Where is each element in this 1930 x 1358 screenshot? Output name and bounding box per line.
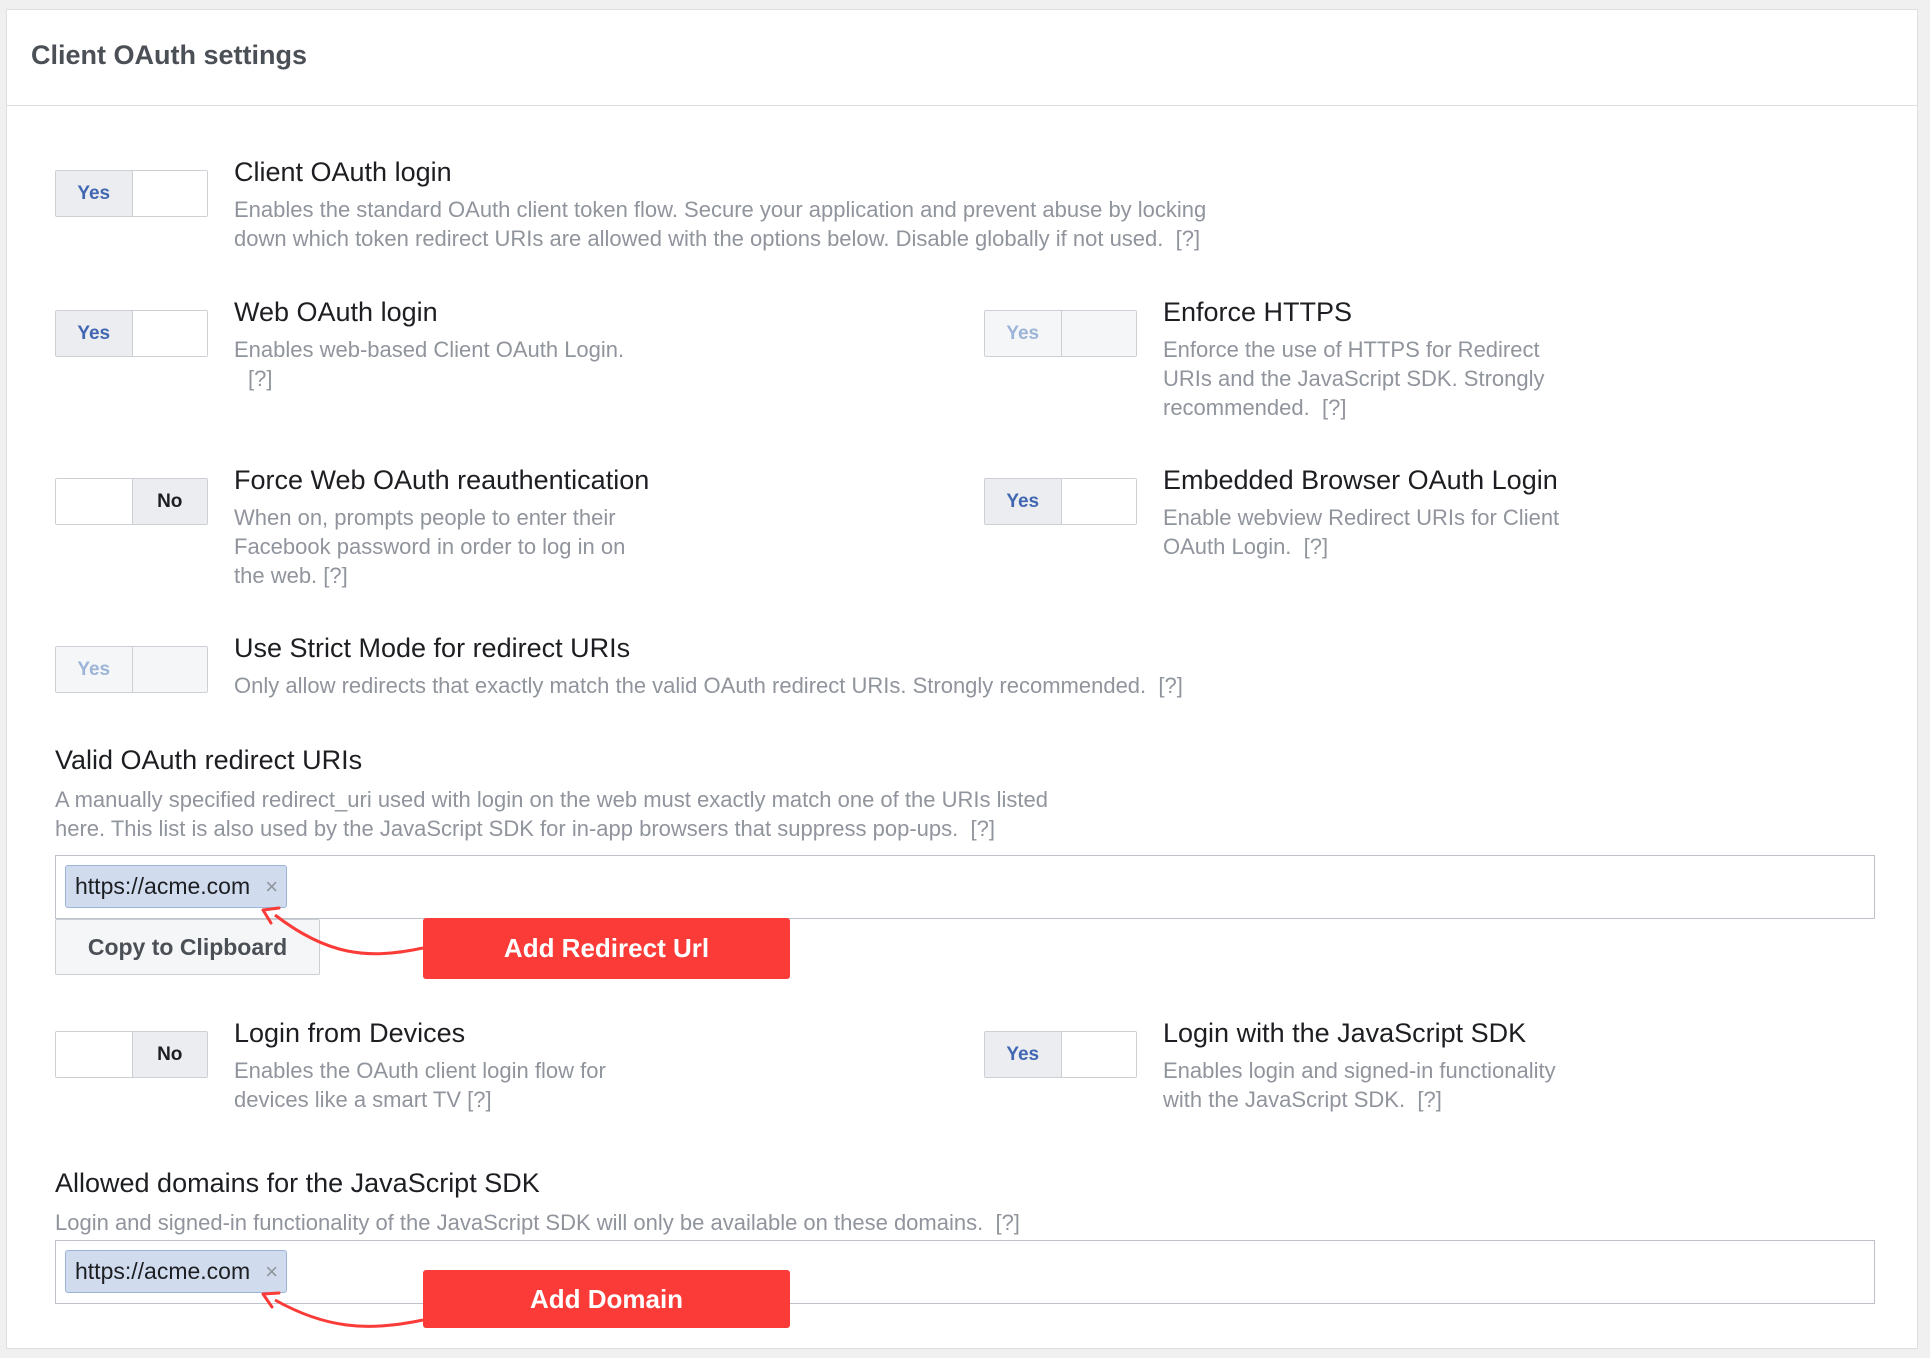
help-link[interactable]: [?] — [970, 816, 994, 841]
force-reauth-title: Force Web OAuth reauthentication — [234, 465, 650, 495]
web-oauth-login-toggle[interactable]: Yes — [55, 310, 208, 357]
panel-title: Client OAuth settings — [31, 40, 307, 70]
toggle-yes-segment[interactable]: Yes — [985, 311, 1061, 356]
panel-header: Client OAuth settings — [7, 10, 1917, 106]
login-js-sdk-toggle[interactable]: Yes — [984, 1031, 1137, 1078]
allowed-domains-desc: Login and signed-in functionality of the… — [55, 1208, 1355, 1237]
redirect-uris-input[interactable]: https://acme.com × — [55, 855, 1875, 919]
strict-mode-toggle[interactable]: Yes — [55, 646, 208, 693]
desc-line: Enables web-based Client OAuth Login. — [234, 337, 625, 362]
copy-to-clipboard-button[interactable]: Copy to Clipboard — [55, 919, 320, 975]
help-link[interactable]: [?] — [995, 1210, 1019, 1235]
redirect-uri-token: https://acme.com × — [65, 865, 288, 908]
help-link[interactable]: [?] — [1322, 395, 1346, 420]
desc-line: Enables login and signed-in functionalit… — [1163, 1058, 1556, 1083]
toggle-yes-segment[interactable]: Yes — [56, 171, 132, 216]
client-oauth-login-desc: Enables the standard OAuth client token … — [234, 195, 1434, 253]
help-link[interactable]: [?] — [1417, 1087, 1441, 1112]
add-domain-callout: Add Domain — [423, 1270, 790, 1328]
help-link[interactable]: [?] — [467, 1087, 491, 1112]
force-reauth-toggle[interactable]: No — [55, 478, 208, 525]
enforce-https-desc: Enforce the use of HTTPS for Redirect UR… — [1163, 335, 1663, 422]
remove-token-icon[interactable]: × — [265, 866, 278, 907]
toggle-no-segment[interactable] — [131, 171, 207, 216]
force-reauth-desc: When on, prompts people to enter their F… — [234, 503, 754, 590]
toggle-yes-segment[interactable]: Yes — [985, 1032, 1061, 1077]
token-label: https://acme.com — [75, 873, 251, 899]
toggle-no-segment[interactable] — [131, 647, 207, 692]
login-js-sdk-title: Login with the JavaScript SDK — [1163, 1018, 1527, 1048]
web-oauth-login-desc: Enables web-based Client OAuth Login. [?… — [234, 335, 714, 393]
toggle-yes-segment[interactable]: Yes — [56, 647, 132, 692]
client-oauth-settings-panel: Client OAuth settings Yes Client OAuth l… — [6, 9, 1918, 1349]
desc-line: recommended. — [1163, 395, 1310, 420]
embedded-browser-toggle[interactable]: Yes — [984, 478, 1137, 525]
allowed-domains-input[interactable]: https://acme.com × — [55, 1240, 1875, 1304]
desc-line: Facebook password in order to log in on — [234, 534, 626, 559]
desc-line: with the JavaScript SDK. — [1163, 1087, 1406, 1112]
login-devices-title: Login from Devices — [234, 1018, 466, 1048]
desc-line: here. This list is also used by the Java… — [55, 816, 959, 841]
web-oauth-login-title: Web OAuth login — [234, 297, 438, 327]
help-link[interactable]: [?] — [323, 563, 347, 588]
toggle-no-segment[interactable] — [1060, 311, 1136, 356]
desc-line: down which token redirect URIs are allow… — [234, 226, 1164, 251]
add-redirect-url-callout: Add Redirect Url — [423, 918, 790, 979]
toggle-no-segment[interactable]: No — [131, 479, 207, 524]
toggle-yes-segment[interactable] — [56, 1032, 132, 1077]
help-link[interactable]: [?] — [1176, 226, 1200, 251]
desc-line: A manually specified redirect_uri used w… — [55, 787, 1048, 812]
token-label: https://acme.com — [75, 1258, 251, 1284]
toggle-no-segment[interactable] — [1060, 479, 1136, 524]
desc-line: Enables the standard OAuth client token … — [234, 197, 1207, 222]
redirect-uris-desc: A manually specified redirect_uri used w… — [55, 785, 1355, 843]
login-devices-toggle[interactable]: No — [55, 1031, 208, 1078]
allowed-domains-title: Allowed domains for the JavaScript SDK — [55, 1168, 540, 1198]
remove-token-icon[interactable]: × — [265, 1251, 278, 1292]
desc-line: When on, prompts people to enter their — [234, 505, 616, 530]
toggle-yes-segment[interactable]: Yes — [985, 479, 1061, 524]
allowed-domain-token: https://acme.com × — [65, 1250, 288, 1293]
login-devices-desc: Enables the OAuth client login flow for … — [234, 1056, 754, 1114]
toggle-no-segment[interactable] — [131, 311, 207, 356]
desc-line: Only allow redirects that exactly match … — [234, 673, 1147, 698]
desc-line: devices like a smart TV — [234, 1087, 462, 1112]
desc-line: Login and signed-in functionality of the… — [55, 1210, 984, 1235]
desc-line: Enable webview Redirect URIs for Client — [1163, 505, 1560, 530]
redirect-uris-title: Valid OAuth redirect URIs — [55, 745, 363, 775]
strict-mode-title: Use Strict Mode for redirect URIs — [234, 633, 631, 663]
login-js-sdk-desc: Enables login and signed-in functionalit… — [1163, 1056, 1703, 1114]
help-link[interactable]: [?] — [248, 366, 272, 391]
desc-line: the web. — [234, 563, 318, 588]
desc-line: Enforce the use of HTTPS for Redirect — [1163, 337, 1540, 362]
toggle-no-segment[interactable] — [1060, 1032, 1136, 1077]
toggle-yes-segment[interactable]: Yes — [56, 311, 132, 356]
desc-line: Enables the OAuth client login flow for — [234, 1058, 606, 1083]
toggle-yes-segment[interactable] — [56, 479, 132, 524]
desc-line: URIs and the JavaScript SDK. Strongly — [1163, 366, 1545, 391]
desc-line: OAuth Login. — [1163, 534, 1292, 559]
callout-arrow-icon — [261, 1291, 424, 1328]
help-link[interactable]: [?] — [1158, 673, 1182, 698]
enforce-https-title: Enforce HTTPS — [1163, 297, 1353, 327]
client-oauth-login-toggle[interactable]: Yes — [55, 170, 208, 217]
embedded-browser-desc: Enable webview Redirect URIs for Client … — [1163, 503, 1683, 561]
strict-mode-desc: Only allow redirects that exactly match … — [234, 671, 1534, 700]
client-oauth-login-title: Client OAuth login — [234, 157, 452, 187]
enforce-https-toggle[interactable]: Yes — [984, 310, 1137, 357]
embedded-browser-title: Embedded Browser OAuth Login — [1163, 465, 1558, 495]
toggle-no-segment[interactable]: No — [131, 1032, 207, 1077]
help-link[interactable]: [?] — [1304, 534, 1328, 559]
